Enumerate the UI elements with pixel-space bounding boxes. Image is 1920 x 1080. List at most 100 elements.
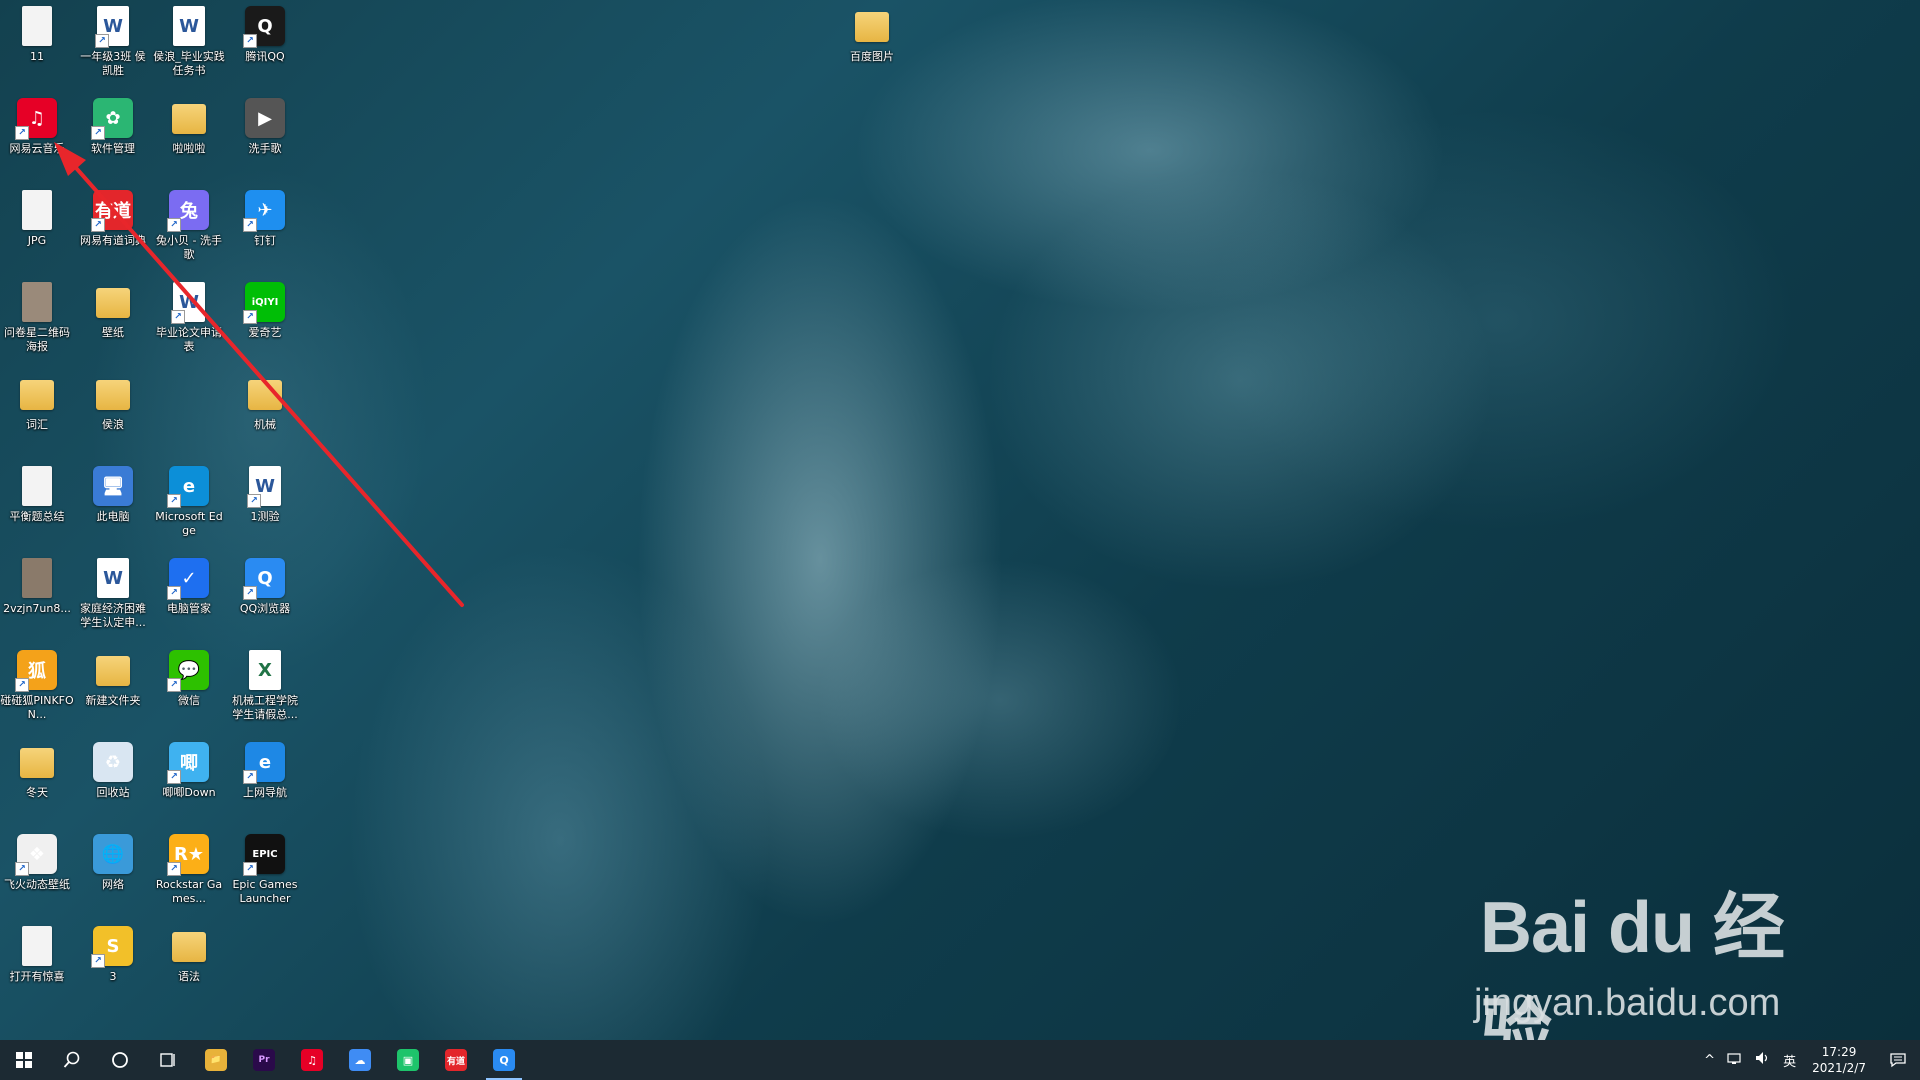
- text-file-icon: [22, 926, 52, 966]
- desktop-icon-label: 壁纸: [102, 326, 124, 339]
- shortcut-arrow-icon: ↗: [91, 126, 105, 140]
- clock[interactable]: 17:29 2021/2/7: [1802, 1044, 1876, 1076]
- taskbar-app-file-explorer[interactable]: 📁: [192, 1040, 240, 1080]
- desktop-icon[interactable]: X 机械工程学院学生请假总...: [228, 650, 302, 722]
- desktop-icon-baidu-images[interactable]: 百度图片: [835, 6, 909, 64]
- desktop-icon[interactable]: W ↗ 一年级3班 侯凯胜: [76, 6, 150, 78]
- word-doc-icon: W ↗: [171, 282, 205, 324]
- desktop-icon-label: 兔小贝 - 洗手歌: [156, 234, 222, 261]
- desktop-icon[interactable]: ▶ 洗手歌: [228, 98, 302, 156]
- taskbar-app-baidu-netdisk[interactable]: ☁: [336, 1040, 384, 1080]
- desktop-icon-label: 此电脑: [96, 510, 130, 523]
- folder-icon: [96, 288, 130, 318]
- system-tray: ^ 英 17:29 2021/2/7: [1698, 1040, 1920, 1080]
- shortcut-arrow-icon: ↗: [167, 678, 181, 692]
- desktop-icon[interactable]: S ↗ 3: [76, 926, 150, 984]
- image-file-icon: [22, 466, 52, 506]
- folder-icon: [248, 380, 282, 410]
- iqiyi-icon: iQIYI ↗: [243, 282, 285, 324]
- folder-icon: [20, 380, 54, 410]
- desktop-icon[interactable]: R★ ↗ Rockstar Games...: [152, 834, 226, 906]
- desktop-icon[interactable]: 语法: [152, 926, 226, 984]
- desktop-icon[interactable]: 啦啦啦: [152, 98, 226, 156]
- desktop-icon-label: 碰碰狐PINKFON...: [0, 694, 74, 721]
- taskbar-app-premiere-pro[interactable]: Pr: [240, 1040, 288, 1080]
- desktop-icon-label: 爱奇艺: [248, 326, 282, 339]
- qq-browser-icon: Q: [493, 1049, 515, 1071]
- shortcut-arrow-icon: ↗: [95, 34, 109, 48]
- desktop-icon[interactable]: W ↗ 毕业论文申请表: [152, 282, 226, 354]
- desktop-icon[interactable]: 冬天: [0, 742, 74, 800]
- desktop-icon[interactable]: 平衡题总结: [0, 466, 74, 524]
- tray-overflow-chevron-icon[interactable]: ^: [1698, 1053, 1721, 1068]
- network-tray-icon[interactable]: [1721, 1051, 1749, 1069]
- taskbar-app-qq-browser[interactable]: Q: [480, 1040, 528, 1080]
- taskbar-app-green-app[interactable]: ▣: [384, 1040, 432, 1080]
- desktop-icon[interactable]: JPG: [0, 190, 74, 248]
- file-explorer-icon: 📁: [205, 1049, 227, 1071]
- wechat-icon: 💬 ↗: [167, 650, 209, 692]
- folder-icon: [172, 104, 206, 134]
- desktop-icon-label: 上网导航: [243, 786, 287, 799]
- folder-icon: [96, 656, 130, 686]
- desktop-icon[interactable]: 问卷星二维码海报: [0, 282, 74, 354]
- desktop-icon[interactable]: ✓ ↗ 电脑管家: [152, 558, 226, 616]
- desktop-icon-label: Microsoft Edge: [155, 510, 223, 537]
- desktop-icon[interactable]: Q ↗ QQ浏览器: [228, 558, 302, 616]
- desktop-icon[interactable]: 侯浪: [76, 374, 150, 432]
- cortana-circle-icon[interactable]: [96, 1040, 144, 1080]
- desktop-icon[interactable]: ♫ ↗ 网易云音乐: [0, 98, 74, 156]
- desktop-icon[interactable]: 💬 ↗ 微信: [152, 650, 226, 708]
- desktop[interactable]: 11 W ↗ 一年级3班 侯凯胜 W 侯浪_毕业实践任务书 Q ↗ 腾讯QQ ♫ ↗ 网易云音乐 ✿ ↗ 软…: [0, 0, 1920, 1073]
- green-app-icon: ▣: [397, 1049, 419, 1071]
- volume-tray-icon[interactable]: [1749, 1051, 1777, 1069]
- video-file-icon: ▶: [245, 98, 285, 138]
- desktop-icon[interactable]: 打开有惊喜: [0, 926, 74, 984]
- desktop-icon[interactable]: 唧 ↗ 唧唧Down: [152, 742, 226, 800]
- desktop-icon[interactable]: 壁纸: [76, 282, 150, 340]
- desktop-icon[interactable]: W 家庭经济困难学生认定申...: [76, 558, 150, 630]
- desktop-icon[interactable]: e ↗ 上网导航: [228, 742, 302, 800]
- desktop-icon[interactable]: iQIYI ↗ 爱奇艺: [228, 282, 302, 340]
- taskbar-app-youdao-dict[interactable]: 有道: [432, 1040, 480, 1080]
- desktop-icon[interactable]: 词汇: [0, 374, 74, 432]
- desktop-icon[interactable]: Q ↗ 腾讯QQ: [228, 6, 302, 64]
- desktop-icon[interactable]: W ↗ 1测验: [228, 466, 302, 524]
- windows-start-icon[interactable]: [0, 1040, 48, 1080]
- desktop-icon[interactable]: ❖ ↗ 飞火动态壁纸: [0, 834, 74, 892]
- desktop-icon[interactable]: 兔 ↗ 兔小贝 - 洗手歌: [152, 190, 226, 262]
- desktop-icon[interactable]: 新建文件夹: [76, 650, 150, 708]
- desktop-icon[interactable]: ♻ 回收站: [76, 742, 150, 800]
- desktop-icon[interactable]: ✿ ↗ 软件管理: [76, 98, 150, 156]
- desktop-icon[interactable]: 11: [0, 6, 74, 64]
- desktop-icon-label: 侯浪_毕业实践任务书: [153, 50, 225, 77]
- shortcut-arrow-icon: ↗: [15, 862, 29, 876]
- desktop-icon-label: 家庭经济困难学生认定申...: [80, 602, 146, 629]
- desktop-icon[interactable]: e ↗ Microsoft Edge: [152, 466, 226, 538]
- desktop-icon-label: 网易有道词典: [80, 234, 146, 247]
- ie-browser-icon: e ↗: [243, 742, 285, 784]
- netease-music-icon: ♫: [301, 1049, 323, 1071]
- desktop-icon[interactable]: ✈ ↗ 钉钉: [228, 190, 302, 248]
- desktop-icon[interactable]: W 侯浪_毕业实践任务书: [152, 6, 226, 78]
- qq-penguin-icon: Q ↗: [243, 6, 285, 48]
- desktop-icon[interactable]: 机械: [228, 374, 302, 432]
- epic-games-icon: EPIC ↗: [243, 834, 285, 876]
- ime-indicator[interactable]: 英: [1777, 1051, 1802, 1070]
- taskbar-app-netease-music[interactable]: ♫: [288, 1040, 336, 1080]
- desktop-icon[interactable]: 🖥 此电脑: [76, 466, 150, 524]
- image-file-icon: [22, 6, 52, 46]
- desktop-icon-label: 问卷星二维码海报: [4, 326, 70, 353]
- desktop-icon[interactable]: 狐 ↗ 碰碰狐PINKFON...: [0, 650, 74, 722]
- task-view-icon[interactable]: [144, 1040, 192, 1080]
- word-doc-icon: W: [97, 558, 129, 598]
- desktop-icon[interactable]: EPIC ↗ Epic Games Launcher: [228, 834, 302, 906]
- image-file-icon: [22, 190, 52, 230]
- recycle-bin-icon: ♻: [93, 742, 133, 782]
- desktop-icon[interactable]: 有道 ↗ 网易有道词典: [76, 190, 150, 248]
- desktop-icon[interactable]: 2vzjn7un8...: [0, 558, 74, 616]
- desktop-icon[interactable]: 🌐 网络: [76, 834, 150, 892]
- edge-browser-icon: e ↗: [167, 466, 209, 508]
- notification-center-icon[interactable]: [1876, 1040, 1920, 1080]
- search-icon[interactable]: [48, 1040, 96, 1080]
